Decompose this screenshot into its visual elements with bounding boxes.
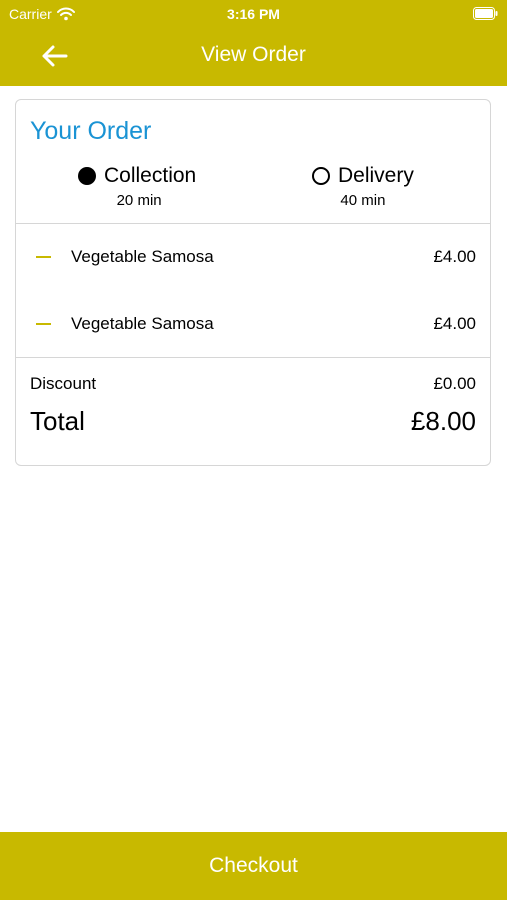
- collection-label: Collection: [104, 164, 197, 187]
- status-bar: Carrier 3:16 PM: [0, 0, 507, 28]
- order-item: Vegetable Samosa £4.00: [16, 309, 490, 339]
- radio-selected-icon: [78, 167, 96, 185]
- total-label: Total: [30, 406, 85, 436]
- header: Carrier 3:16 PM View Order: [0, 0, 507, 86]
- radio-unselected-icon: [312, 167, 330, 185]
- item-price: £4.00: [433, 247, 476, 266]
- battery-icon: [473, 7, 498, 20]
- page-title: View Order: [201, 43, 306, 66]
- discount-label: Discount: [30, 374, 97, 393]
- delivery-option[interactable]: Delivery 40 min: [312, 164, 414, 209]
- divider: [16, 357, 490, 358]
- item-name: Vegetable Samosa: [71, 314, 214, 333]
- remove-item-button[interactable]: [36, 323, 51, 325]
- remove-item-button[interactable]: [36, 256, 51, 258]
- order-card: Your Order Collection 20 min Delivery 40…: [15, 99, 491, 466]
- order-title: Your Order: [30, 117, 152, 145]
- nav-bar: View Order: [0, 28, 507, 86]
- collection-time: 20 min: [116, 192, 162, 209]
- item-name: Vegetable Samosa: [71, 247, 214, 266]
- discount-value: £0.00: [433, 374, 476, 393]
- order-item: Vegetable Samosa £4.00: [16, 242, 490, 272]
- delivery-time: 40 min: [340, 192, 386, 209]
- checkout-button[interactable]: Checkout: [0, 832, 507, 900]
- status-time: 3:16 PM: [227, 6, 280, 22]
- item-price: £4.00: [433, 314, 476, 333]
- delivery-label: Delivery: [338, 164, 414, 187]
- total-value: £8.00: [410, 406, 476, 436]
- checkout-label: Checkout: [209, 854, 298, 877]
- collection-option[interactable]: Collection 20 min: [78, 164, 196, 209]
- divider: [16, 223, 490, 224]
